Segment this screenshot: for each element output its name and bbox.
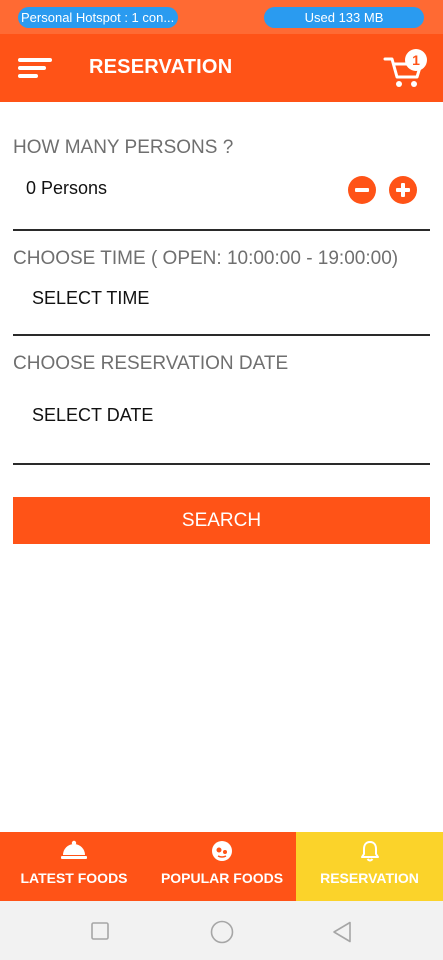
increase-persons-button[interactable] [389, 176, 417, 204]
status-bar: Personal Hotspot : 1 con... Used 133 MB [0, 0, 443, 34]
persons-value: 0 Persons [26, 178, 108, 198]
select-date-field[interactable]: SELECT DATE [32, 405, 153, 426]
tab-latest-foods[interactable]: LATEST FOODS [0, 832, 148, 901]
divider [13, 463, 430, 465]
date-label: CHOOSE RESERVATION DATE [13, 353, 289, 374]
popular-food-icon [212, 841, 232, 861]
select-time-field[interactable]: SELECT TIME [32, 288, 149, 309]
recent-apps-icon[interactable] [91, 922, 109, 940]
home-icon[interactable] [210, 920, 234, 944]
decrease-persons-button[interactable] [348, 176, 376, 204]
page-title: RESERVATION [89, 56, 233, 78]
tab-popular-foods[interactable]: POPULAR FOODS [148, 832, 296, 901]
data-usage-status[interactable]: Used 133 MB [264, 7, 424, 28]
bell-icon [360, 841, 379, 862]
back-icon[interactable] [332, 921, 352, 943]
tab-label: POPULAR FOODS [160, 870, 284, 886]
minus-icon [355, 188, 369, 192]
persons-label: HOW MANY PERSONS ? [13, 137, 234, 158]
tab-reservation[interactable]: RESERVATION [296, 832, 443, 901]
hotspot-status[interactable]: Personal Hotspot : 1 con... [18, 7, 178, 28]
tab-label: LATEST FOODS [20, 870, 128, 886]
system-navigation-bar [0, 901, 443, 960]
divider [13, 229, 430, 231]
menu-icon[interactable] [18, 58, 54, 80]
bottom-navigation: LATEST FOODS POPULAR FOODS RESERVATION [0, 832, 443, 901]
time-label: CHOOSE TIME ( OPEN: 10:00:00 - 19:00:00) [13, 248, 399, 269]
divider [13, 334, 430, 336]
cart-count-badge: 1 [405, 49, 427, 71]
cloche-icon [61, 840, 87, 859]
search-button[interactable]: SEARCH [13, 497, 430, 544]
tab-label: RESERVATION [320, 870, 419, 886]
